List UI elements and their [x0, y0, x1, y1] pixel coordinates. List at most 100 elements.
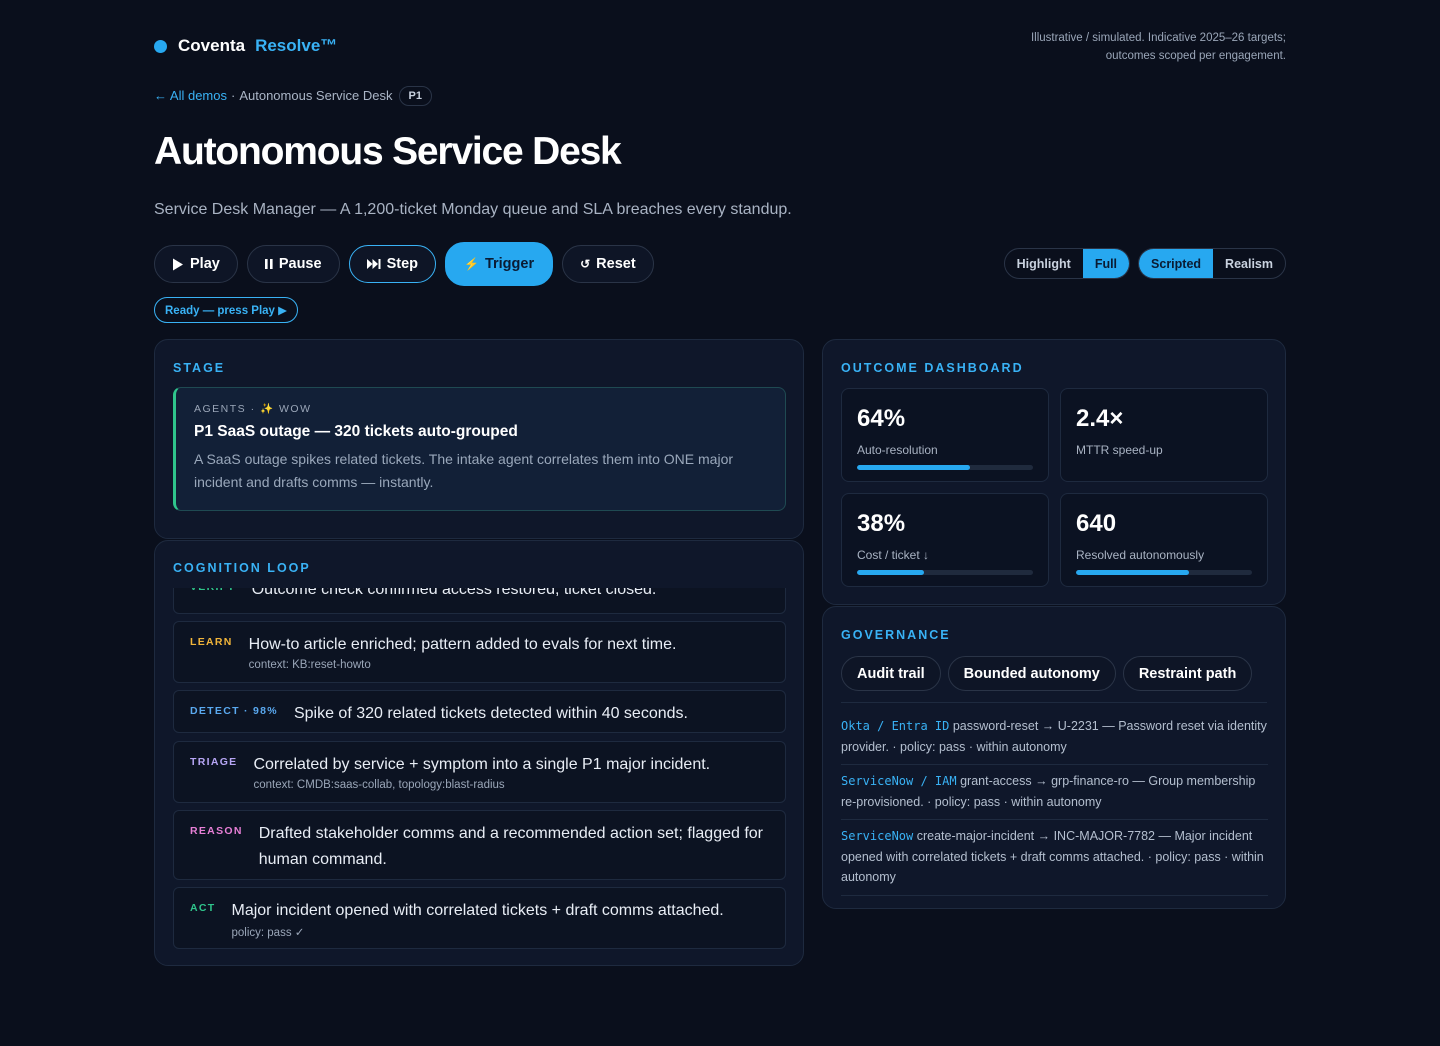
- step-button[interactable]: Step: [348, 245, 436, 283]
- governance-panel: GOVERNANCE Audit trail Bounded autonomy …: [822, 606, 1286, 909]
- back-link-label: All demos: [169, 88, 227, 103]
- back-link[interactable]: ← All demos: [154, 88, 227, 103]
- metric-label: Cost / ticket ↓: [857, 548, 930, 562]
- stage-headline: P1 SaaS outage — 320 tickets auto-groupe…: [194, 423, 518, 440]
- metric-progress-bar: [857, 465, 1033, 470]
- cognition-content: Drafted stakeholder comms and a recommen…: [259, 821, 769, 869]
- cognition-tag: ACT: [190, 902, 216, 914]
- cognition-content: Spike of 320 related tickets detected wi…: [294, 701, 688, 722]
- breadcrumb-separator: ·: [230, 88, 236, 103]
- cognition-item-triage: TRIAGE Correlated by service + symptom i…: [173, 741, 786, 803]
- page-title: Autonomous Service Desk: [154, 130, 622, 173]
- view-toggles: Highlight Full Scripted Realism: [1003, 248, 1286, 279]
- cognition-item-verify: VERIFY Outcome check confirmed access re…: [173, 588, 786, 614]
- cognition-tag: TRIAGE: [190, 756, 238, 768]
- metric-card: 64% Auto-resolution: [841, 388, 1049, 482]
- brand-product: Resolve™: [255, 36, 338, 55]
- metric-label: MTTR speed-up: [1076, 443, 1163, 457]
- cognition-content: Major incident opened with correlated ti…: [231, 898, 724, 939]
- trigger-button[interactable]: ⚡ Trigger: [445, 242, 554, 286]
- cognition-context: context: KB:reset-howto: [248, 659, 371, 671]
- reset-button[interactable]: ↺ Reset: [562, 245, 654, 283]
- arrow-left-icon: ←: [154, 88, 167, 103]
- cognition-text: Correlated by service + symptom into a s…: [253, 756, 711, 773]
- reset-icon: ↺: [580, 257, 591, 271]
- play-icon: [173, 258, 183, 270]
- play-button[interactable]: Play: [154, 245, 238, 283]
- trigger-button-label: Trigger: [484, 256, 535, 272]
- breadcrumb: ← All demos · Autonomous Service Desk P1: [154, 83, 432, 108]
- metric-card: 640 Resolved autonomously: [1060, 493, 1268, 587]
- brand[interactable]: Coventa Resolve™: [154, 36, 337, 56]
- cognition-tag: LEARN: [190, 636, 233, 648]
- cognition-list[interactable]: VERIFY Outcome check confirmed access re…: [173, 588, 786, 950]
- cognition-context: context: CMDB:saas-collab, topology:blas…: [253, 779, 505, 791]
- cognition-item-learn: LEARN How-to article enriched; pattern a…: [173, 621, 786, 683]
- governance-system: ServiceNow / IAM: [841, 774, 957, 788]
- metric-progress-bar: [857, 570, 1033, 575]
- audit-trail-button[interactable]: Audit trail: [841, 656, 941, 691]
- metric-card: 38% Cost / ticket ↓: [841, 493, 1049, 587]
- metric-value: 64%: [857, 405, 906, 432]
- governance-label: GOVERNANCE: [841, 628, 951, 642]
- priority-badge: P1: [398, 85, 432, 106]
- breadcrumb-current: Autonomous Service Desk: [239, 88, 393, 103]
- toggle-realism[interactable]: Realism: [1213, 249, 1285, 278]
- metric-progress-fill: [1076, 570, 1189, 575]
- disclaimer-line-2: outcomes scoped per engagement.: [1105, 50, 1286, 62]
- cognition-text: Outcome check confirmed access restored;…: [251, 588, 657, 598]
- cognition-text: How-to article enriched; pattern added t…: [248, 636, 677, 653]
- metric-value: 640: [1076, 510, 1117, 537]
- cognition-loop-panel: COGNITION LOOP VERIFY Outcome check conf…: [154, 540, 804, 966]
- status-pill: Ready — press Play ▶: [154, 297, 298, 323]
- pause-button[interactable]: Pause: [246, 245, 340, 283]
- stage-card: AGENTS · ✨ WOW P1 SaaS outage — 320 tick…: [173, 387, 786, 511]
- bounded-autonomy-button[interactable]: Bounded autonomy: [947, 656, 1116, 691]
- stage-panel: STAGE AGENTS · ✨ WOW P1 SaaS outage — 32…: [154, 339, 804, 539]
- cognition-content: How-to article enriched; pattern added t…: [249, 632, 677, 672]
- stage-kicker: AGENTS · ✨ WOW: [194, 403, 312, 415]
- divider: [841, 702, 1267, 703]
- toggle-scripted[interactable]: Scripted: [1139, 249, 1214, 278]
- cognition-item-act: ACT Major incident opened with correlate…: [173, 887, 786, 949]
- outcome-dashboard-panel: OUTCOME DASHBOARD 64% Auto-resolution 2.…: [822, 339, 1286, 605]
- cognition-tag: DETECT · 98%: [190, 705, 278, 717]
- mode-toggle: Scripted Realism: [1138, 248, 1286, 279]
- cognition-text: Major incident opened with correlated ti…: [231, 902, 724, 919]
- governance-system: Okta / Entra ID: [841, 719, 950, 733]
- metric-value: 38%: [857, 510, 906, 537]
- governance-log: Okta / Entra ID password-reset → U-2231 …: [841, 710, 1268, 896]
- cognition-text: Drafted stakeholder comms and a recommen…: [258, 825, 763, 868]
- cognition-tag: REASON: [190, 825, 243, 837]
- cognition-label: COGNITION LOOP: [173, 561, 311, 575]
- outcome-label: OUTCOME DASHBOARD: [841, 361, 1024, 375]
- governance-chips: Audit trail Bounded autonomy Restraint p…: [841, 656, 1253, 691]
- toggle-full[interactable]: Full: [1082, 249, 1130, 278]
- metric-progress-fill: [857, 465, 970, 470]
- cognition-context: policy: pass ✓: [231, 927, 305, 939]
- disclaimer-line-1: Illustrative / simulated. Indicative 202…: [1030, 32, 1286, 44]
- metric-progress-bar: [1076, 570, 1252, 575]
- skip-forward-icon: [366, 259, 381, 269]
- metric-label: Resolved autonomously: [1076, 548, 1205, 562]
- cognition-item-reason: REASON Drafted stakeholder comms and a r…: [173, 810, 786, 880]
- stage-body: A SaaS outage spikes related tickets. Th…: [194, 451, 734, 490]
- page-subtitle: Service Desk Manager — A 1,200-ticket Mo…: [154, 201, 792, 218]
- play-button-label: Play: [190, 256, 220, 272]
- pause-icon: [264, 259, 273, 269]
- brand-logo-dot: [154, 39, 167, 53]
- cognition-item-detect: DETECT · 98% Spike of 320 related ticket…: [173, 690, 786, 733]
- cognition-tag: VERIFY: [190, 588, 236, 603]
- restraint-path-button[interactable]: Restraint path: [1122, 656, 1253, 691]
- cognition-content: Correlated by service + symptom into a s…: [253, 752, 710, 792]
- toggle-highlight[interactable]: Highlight: [1005, 249, 1083, 278]
- lightning-icon: ⚡: [464, 257, 479, 271]
- governance-entry: Okta / Entra ID password-reset → U-2231 …: [841, 710, 1268, 765]
- reset-button-label: Reset: [596, 256, 636, 272]
- metric-label: Auto-resolution: [857, 443, 938, 457]
- metric-progress-fill: [857, 570, 924, 575]
- governance-entry: ServiceNow / IAM grant-access → grp-fina…: [841, 765, 1268, 820]
- cognition-text: Spike of 320 related tickets detected wi…: [293, 705, 688, 722]
- disclaimer: Illustrative / simulated. Indicative 202…: [966, 29, 1286, 65]
- cognition-content: Outcome check confirmed access restored;…: [252, 588, 657, 603]
